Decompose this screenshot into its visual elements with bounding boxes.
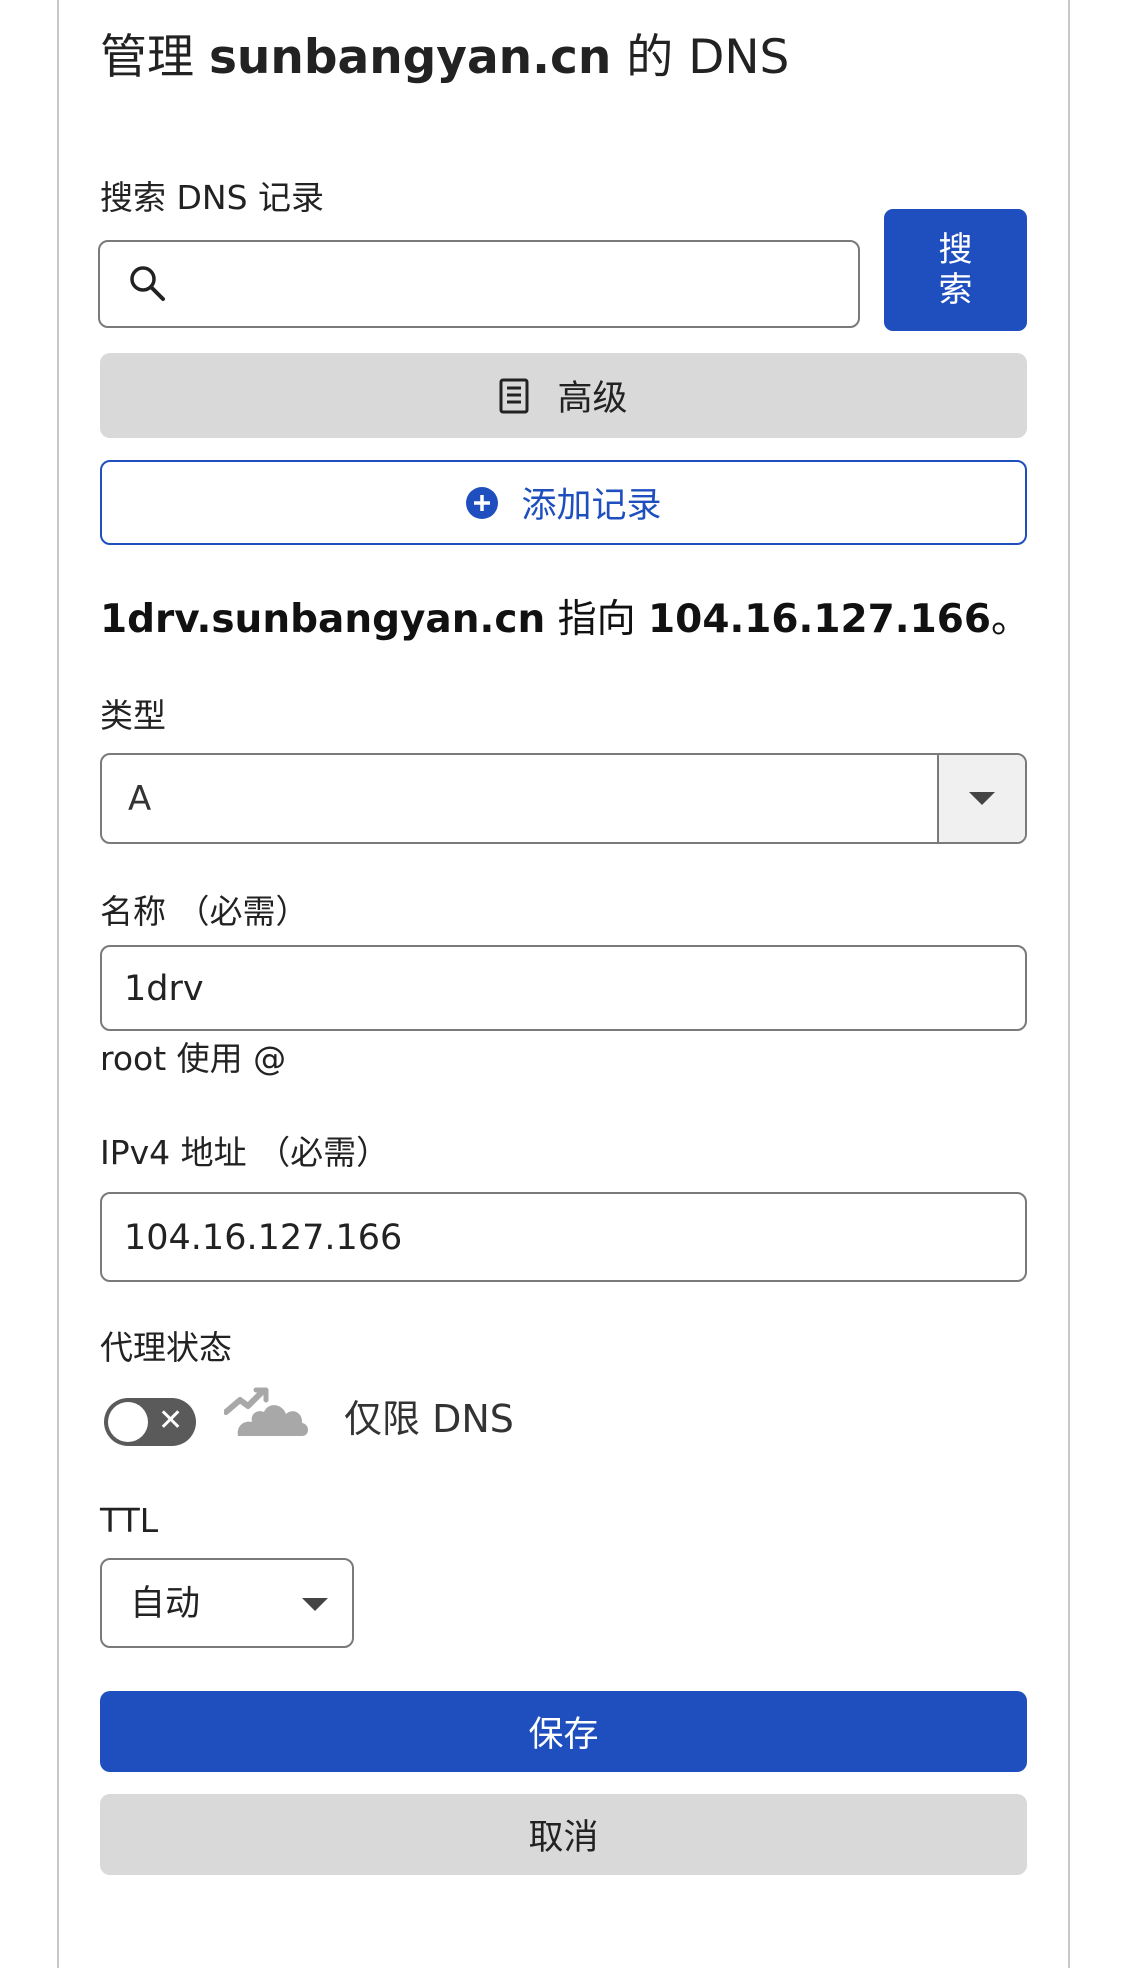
save-button[interactable]: 保存	[100, 1691, 1027, 1772]
summary-hostname: 1drv.sunbangyan.cn	[100, 597, 546, 642]
name-field[interactable]: 1drv	[100, 945, 1027, 1031]
page-title: 管理 sunbangyan.cn 的 DNS	[100, 26, 789, 90]
summary-points-to: 指向	[557, 597, 636, 642]
ttl-select-value: 自动	[130, 1584, 201, 1624]
search-button-line2: 索	[938, 270, 973, 310]
title-prefix: 管理	[100, 30, 194, 85]
name-field-value: 1drv	[124, 969, 204, 1009]
proxy-status-text: 仅限 DNS	[344, 1397, 514, 1441]
add-record-label: 添加记录	[521, 486, 662, 526]
chevron-down-icon	[302, 1598, 328, 1611]
close-icon: ✕	[158, 1403, 184, 1438]
cloud-dns-only-icon	[224, 1387, 308, 1436]
name-hint: root 使用 @	[100, 1039, 287, 1078]
advanced-button[interactable]: 高级	[100, 353, 1027, 438]
search-button-line1: 搜	[938, 230, 973, 270]
save-button-label: 保存	[528, 1715, 599, 1755]
cancel-button[interactable]: 取消	[100, 1794, 1027, 1875]
proxy-toggle[interactable]: ✕	[104, 1398, 196, 1446]
plus-circle-icon	[466, 486, 499, 519]
search-input[interactable]	[98, 240, 860, 328]
record-summary: 1drv.sunbangyan.cn 指向 104.16.127.166。	[100, 594, 1030, 646]
ttl-select[interactable]: 自动	[100, 1558, 354, 1648]
ipv4-field-value: 104.16.127.166	[124, 1218, 403, 1258]
ipv4-label: IPv4 地址 （必需）	[100, 1133, 390, 1172]
title-domain: sunbangyan.cn	[208, 30, 612, 85]
name-label: 名称 （必需）	[100, 892, 309, 931]
summary-ip: 104.16.127.166	[648, 597, 991, 642]
add-record-button[interactable]: 添加记录	[100, 460, 1027, 545]
type-label: 类型	[100, 696, 166, 735]
type-select[interactable]: A	[100, 753, 1027, 844]
toggle-knob	[108, 1402, 148, 1442]
title-suffix: 的 DNS	[626, 30, 790, 85]
type-select-value: A	[128, 779, 152, 819]
proxy-label: 代理状态	[100, 1328, 232, 1367]
search-button[interactable]: 搜 索	[884, 209, 1027, 331]
search-label: 搜索 DNS 记录	[100, 178, 325, 217]
ipv4-field[interactable]: 104.16.127.166	[100, 1192, 1027, 1282]
document-icon	[499, 378, 529, 413]
advanced-button-label: 高级	[557, 379, 628, 419]
summary-period: 。	[991, 597, 1031, 642]
search-icon	[130, 266, 165, 301]
type-select-toggle[interactable]	[937, 755, 1025, 842]
cancel-button-label: 取消	[528, 1818, 599, 1858]
ttl-label: TTL	[100, 1501, 159, 1540]
chevron-down-icon	[969, 792, 995, 805]
